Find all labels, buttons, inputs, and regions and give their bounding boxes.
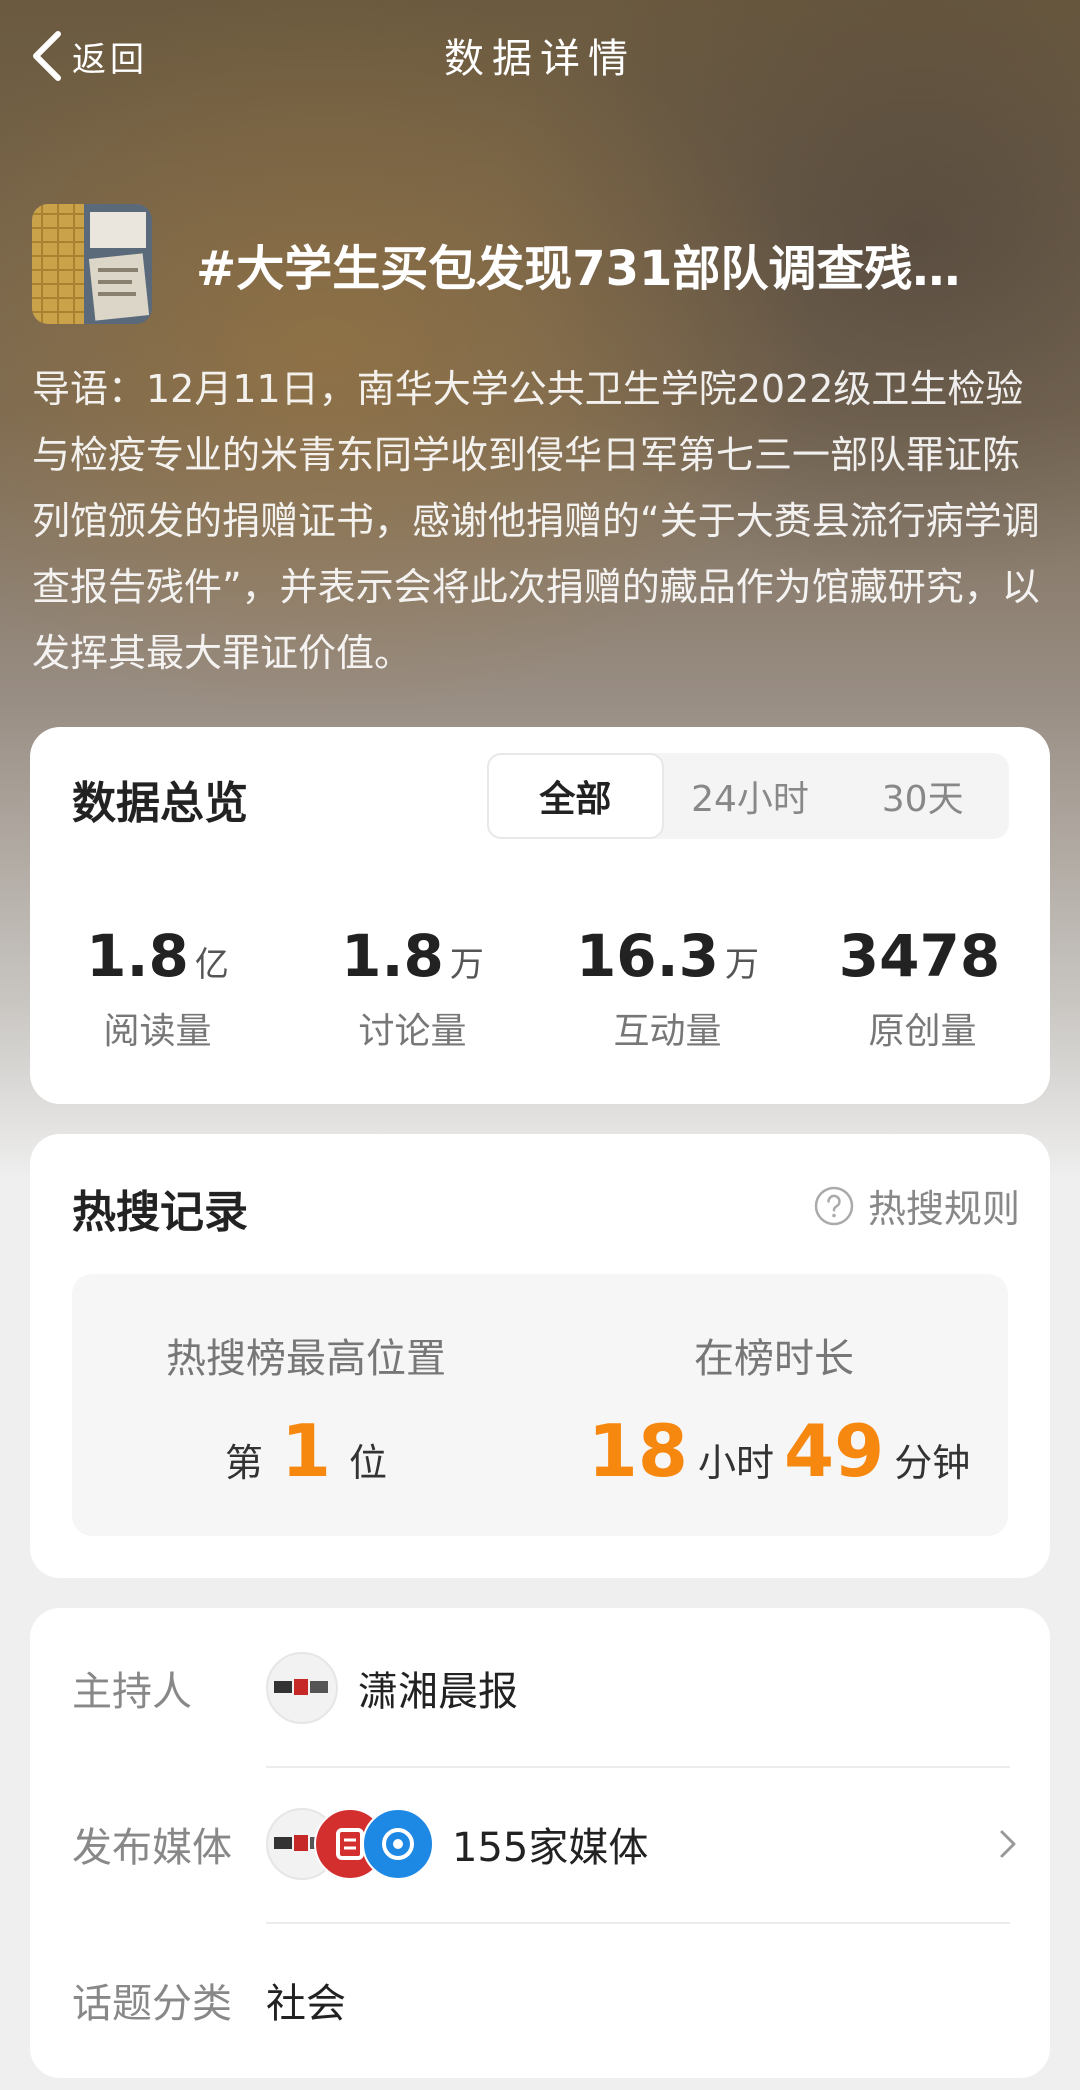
tab-30d[interactable]: 30天 <box>836 753 1009 839</box>
question-circle-icon <box>814 1186 854 1225</box>
tab-24h[interactable]: 24小时 <box>664 753 837 839</box>
stat-value: 3478 <box>838 922 1001 990</box>
hot-search-title: 热搜记录 <box>72 1187 248 1238</box>
time-range-tabs: 全部 24小时 30天 <box>487 753 1009 839</box>
host-row: 主持人 潇湘晨报 <box>72 1612 1020 1764</box>
hot-search-summary: 热搜榜最高位置 第 1 位 在榜时长 18 小时 49 分钟 <box>72 1274 1008 1536</box>
duration-on-list: 在榜时长 18 小时 49 分钟 <box>540 1274 1008 1536</box>
stat-label: 讨论量 <box>358 1011 467 1052</box>
host-name[interactable]: 潇湘晨报 <box>358 1659 518 1717</box>
minutes-value: 49 <box>784 1409 885 1493</box>
topic-header: #大学生买包发现731部队调查残… <box>32 204 1062 324</box>
stat-value: 1.8 <box>341 922 444 990</box>
page-title: 数据详情 <box>444 36 636 82</box>
host-logo <box>266 1652 338 1724</box>
overview-card: 数据总览 全部 24小时 30天 1.8 亿 阅读量 1.8 万 讨论量 16.3 万… <box>30 727 1050 1104</box>
topic-thumbnail <box>32 204 152 324</box>
stat-unit: 万 <box>449 945 484 985</box>
stat-originals: 3478 原创量 <box>795 925 1050 1054</box>
media-count: 155家媒体 <box>452 1825 649 1871</box>
tab-all[interactable]: 全部 <box>487 753 664 839</box>
stat-discussions: 1.8 万 讨论量 <box>285 925 540 1054</box>
duration-label: 在榜时长 <box>694 1336 854 1382</box>
stat-label: 原创量 <box>868 1011 977 1052</box>
hours-unit: 小时 <box>697 1441 774 1485</box>
media-label: 发布媒体 <box>72 1825 232 1871</box>
stat-value: 16.3 <box>575 922 720 990</box>
stat-value: 1.8 <box>86 922 189 990</box>
media-logo <box>362 1808 434 1880</box>
chevron-right-icon <box>1000 1830 1016 1858</box>
overview-title: 数据总览 <box>72 778 248 829</box>
rules-label: 热搜规则 <box>867 1187 1020 1231</box>
stats-row: 1.8 亿 阅读量 1.8 万 讨论量 16.3 万 互动量 3478 原创量 <box>30 925 1050 1054</box>
peak-prefix: 第 <box>224 1441 263 1485</box>
hours-value: 18 <box>587 1409 688 1493</box>
category-row: 话题分类 社会 <box>72 1924 1020 2076</box>
media-row[interactable]: 发布媒体 155家媒体 <box>72 1768 1020 1920</box>
hot-search-card: 热搜记录 热搜规则 热搜榜最高位置 第 1 位 在榜时长 18 小时 49 分钟 <box>30 1134 1050 1578</box>
nav-bar: 返回 数据详情 <box>0 0 1080 110</box>
stat-interactions: 16.3 万 互动量 <box>540 925 795 1054</box>
peak-suffix: 位 <box>349 1441 388 1485</box>
stat-label: 阅读量 <box>103 1011 212 1052</box>
peak-position: 热搜榜最高位置 第 1 位 <box>72 1274 540 1536</box>
category-value: 社会 <box>266 1981 346 2027</box>
topic-intro: 导语：12月11日，南华大学公共卫生学院2022级卫生检验与检疫专业的米青东同学… <box>32 367 1040 675</box>
stat-reads: 1.8 亿 阅读量 <box>30 925 285 1054</box>
minutes-unit: 分钟 <box>894 1441 971 1485</box>
topic-title: #大学生买包发现731部队调查残… <box>196 241 961 297</box>
peak-value: 1 <box>280 1409 332 1493</box>
category-label: 话题分类 <box>72 1981 232 2027</box>
hot-search-rules-link[interactable]: 热搜规则 <box>814 1178 1020 1233</box>
stat-unit: 万 <box>725 945 760 985</box>
stat-label: 互动量 <box>613 1011 722 1052</box>
peak-label: 热搜榜最高位置 <box>166 1336 446 1382</box>
topic-info-card: 主持人 潇湘晨报 发布媒体 155家媒体 话题分类 社会 <box>30 1608 1050 2078</box>
stat-unit: 亿 <box>194 945 229 985</box>
media-logos <box>266 1808 434 1880</box>
host-label: 主持人 <box>72 1669 192 1715</box>
